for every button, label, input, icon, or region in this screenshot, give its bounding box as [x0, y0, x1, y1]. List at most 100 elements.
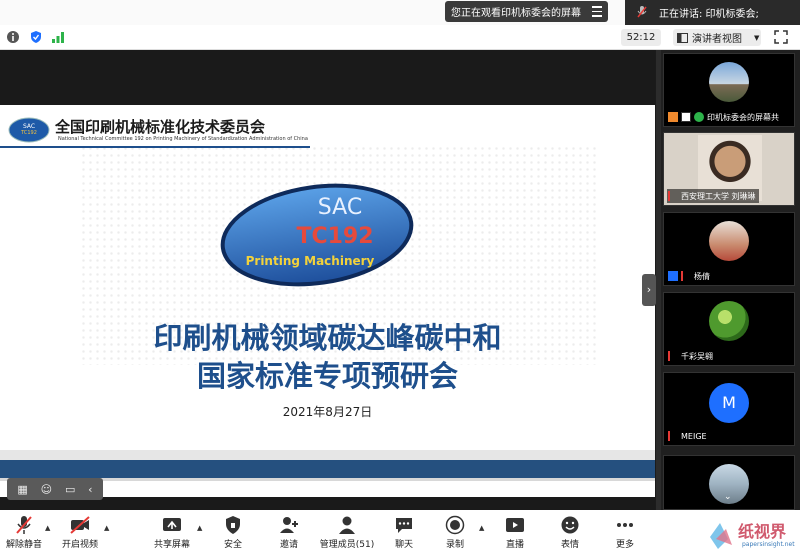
avatar: [709, 221, 749, 261]
header-rule: [0, 146, 310, 148]
meeting-timer: 52:12: [621, 29, 661, 46]
chevron-down-icon: ▼: [754, 33, 760, 42]
speaker-view-button[interactable]: 演讲者视图 ▼: [673, 29, 761, 46]
participant-tile[interactable]: 印机标委会的屏幕共: [663, 53, 795, 127]
user-icon: [668, 271, 678, 281]
svg-text:SAC: SAC: [23, 123, 35, 130]
start-video-label: 开启视频: [61, 540, 98, 550]
live-stream-button[interactable]: 直播: [488, 513, 542, 553]
invite-label: 邀请: [279, 540, 298, 550]
unmute-label: 解除静音: [5, 540, 42, 550]
viewing-screen-indicator[interactable]: 您正在观看印机标委会的屏幕: [445, 1, 608, 22]
security-label: 安全: [223, 540, 242, 550]
manage-participants-label: 管理成员(51): [319, 540, 375, 550]
slide-date: 2021年8月27日: [282, 405, 373, 419]
live-stream-label: 直播: [505, 540, 524, 550]
more-icon: [617, 523, 633, 527]
participant-tile[interactable]: ⌄: [663, 455, 795, 510]
participant-tile[interactable]: 杨倩: [663, 212, 795, 286]
record-label: 录制: [445, 540, 464, 550]
reactions-button[interactable]: 表情: [543, 513, 597, 553]
mic-muted-icon: [668, 191, 678, 201]
video-off-icon: [70, 516, 90, 534]
participant-name: MEIGE: [681, 431, 707, 441]
shield-icon: [226, 516, 240, 534]
mic-muted-icon: [681, 271, 691, 281]
speaker-view-label: 演讲者视图: [692, 34, 742, 45]
security-button[interactable]: 安全: [206, 513, 260, 553]
presentation-slide: SAC TC192 全国印刷机械标准化技术委员会 National Techni…: [0, 105, 655, 497]
share-screen-icon: [681, 112, 691, 122]
annotation-toolbar[interactable]: ▦ ☺ ▭ ‹: [7, 478, 103, 500]
chat-icon: [396, 518, 412, 533]
more-button[interactable]: 更多: [598, 513, 652, 553]
panel-divider: [656, 50, 661, 510]
invite-button[interactable]: 邀请: [262, 513, 316, 553]
chevron-down-icon[interactable]: ⌄: [724, 492, 732, 502]
share-screen-label: 共享屏幕: [153, 540, 190, 550]
chat-bubble-icon[interactable]: ▭: [65, 483, 75, 496]
chevron-up-icon[interactable]: ▲: [479, 524, 484, 532]
chevron-left-icon[interactable]: ‹: [88, 483, 92, 496]
org-subtitle: National Technical Committee 192 on Prin…: [58, 136, 308, 142]
record-button[interactable]: 录制: [428, 513, 482, 553]
emoji-icon[interactable]: ☺: [41, 483, 52, 496]
avatar: [709, 62, 749, 102]
meeting-info-bar: 52:12 演讲者视图 ▼: [0, 25, 800, 50]
fullscreen-icon[interactable]: [774, 30, 788, 44]
shared-screen-area: SAC TC192 全国印刷机械标准化技术委员会 National Techni…: [0, 50, 655, 510]
chevron-up-icon[interactable]: ▲: [197, 524, 202, 532]
logo-pm-text: Printing Machinery: [246, 254, 375, 268]
mic-muted-icon: [16, 516, 32, 534]
share-screen-icon: [163, 518, 181, 531]
collapse-panel-button[interactable]: ›: [642, 274, 656, 306]
chevron-up-icon[interactable]: ▲: [45, 524, 50, 532]
participant-name: 西安理工大学 刘琳琳: [681, 191, 756, 201]
slide-title-line1: 印刷机械领域碳达峰碳中和: [153, 321, 502, 355]
logo-sac-text: SAC: [318, 195, 362, 220]
more-label: 更多: [615, 540, 634, 550]
live-stream-icon: [506, 518, 524, 532]
mic-muted-icon: [668, 351, 678, 361]
avatar: [709, 301, 749, 341]
grid-icon[interactable]: ▦: [17, 483, 27, 496]
signal-strength-icon[interactable]: [51, 30, 65, 44]
emoji-icon: [561, 516, 579, 534]
participant-name: 印机标委会的屏幕共: [707, 112, 779, 122]
viewing-text: 您正在观看印机标委会的屏幕: [451, 8, 581, 19]
start-video-button[interactable]: 开启视频: [53, 513, 107, 553]
mic-icon: [694, 112, 704, 122]
svg-text:TC192: TC192: [20, 130, 37, 136]
watermark-url: papersinsight.net: [742, 541, 795, 548]
share-screen-button[interactable]: 共享屏幕: [145, 513, 199, 553]
chat-button[interactable]: 聊天: [377, 513, 431, 553]
info-icon[interactable]: [6, 30, 20, 44]
participant-name: 杨倩: [694, 271, 710, 281]
users-icon: [339, 516, 355, 534]
speaking-text: 正在讲话: 印机标委会;: [659, 9, 759, 20]
avatar: M: [709, 383, 749, 423]
reactions-label: 表情: [560, 540, 579, 550]
meeting-controls-bar: 解除静音 ▲ 开启视频 ▲ 共享屏幕 ▲ 安全 邀请 管理成员(51) 聊天 录…: [0, 510, 800, 555]
user-icon: [668, 112, 678, 122]
org-logo: SAC TC192: [8, 117, 50, 143]
sac-tc192-logo: SAC TC192 Printing Machinery: [220, 183, 414, 287]
participant-tile[interactable]: 西安理工大学 刘琳琳: [663, 132, 795, 206]
record-icon: [445, 515, 465, 535]
watermark-text: 纸视界: [738, 522, 787, 541]
shield-icon[interactable]: [29, 30, 43, 44]
chevron-up-icon[interactable]: ▲: [104, 524, 109, 532]
speaking-indicator: 正在讲话: 印机标委会;: [625, 0, 800, 25]
top-bar: 您正在观看印机标委会的屏幕 正在讲话: 印机标委会;: [0, 0, 800, 25]
participant-tile[interactable]: M MEIGE: [663, 372, 795, 446]
add-user-icon: [280, 517, 298, 533]
menu-icon[interactable]: [592, 6, 602, 20]
participant-name: 千彩吴翱: [681, 351, 713, 361]
slide-title-line2: 国家标准专项预研会: [196, 359, 458, 393]
manage-participants-button[interactable]: 管理成员(51): [315, 513, 379, 553]
chat-label: 聊天: [394, 540, 413, 550]
participant-tile[interactable]: 千彩吴翱: [663, 292, 795, 366]
unmute-button[interactable]: 解除静音: [0, 513, 51, 553]
layout-icon: [677, 32, 688, 43]
mic-muted-icon: [637, 6, 647, 18]
